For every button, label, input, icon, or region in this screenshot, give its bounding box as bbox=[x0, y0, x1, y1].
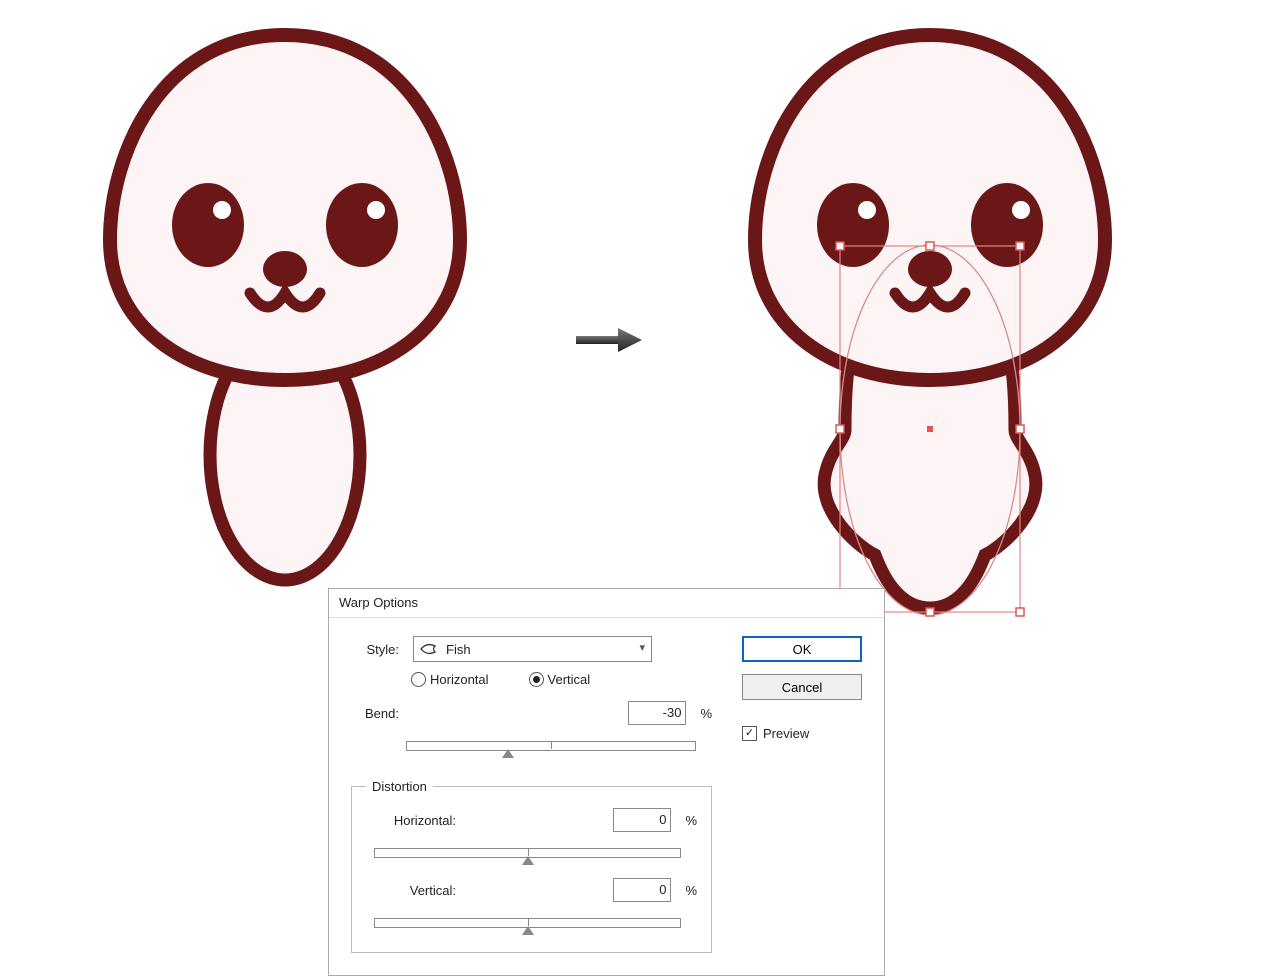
bend-slider[interactable] bbox=[406, 735, 696, 757]
cancel-button[interactable]: Cancel bbox=[742, 674, 862, 700]
dist-vertical-unit: % bbox=[685, 883, 697, 898]
dist-vertical-input[interactable]: 0 bbox=[613, 878, 671, 902]
dist-horizontal-slider[interactable] bbox=[374, 842, 681, 864]
ok-button[interactable]: OK bbox=[742, 636, 862, 662]
arrow-icon bbox=[570, 320, 650, 360]
chevron-down-icon: ▾ bbox=[639, 641, 645, 654]
distortion-legend: Distortion bbox=[366, 779, 433, 794]
orientation-vertical-radio[interactable]: Vertical bbox=[529, 672, 591, 687]
distortion-group: Distortion Horizontal: 0 % Vertical: 0 % bbox=[351, 779, 712, 953]
dialog-title: Warp Options bbox=[329, 589, 884, 618]
selection-center bbox=[927, 426, 933, 432]
check-icon: ✓ bbox=[742, 726, 757, 741]
style-value: Fish bbox=[446, 642, 471, 657]
dist-horizontal-input[interactable]: 0 bbox=[613, 808, 671, 832]
dist-horizontal-unit: % bbox=[685, 813, 697, 828]
style-dropdown[interactable]: Fish ▾ bbox=[413, 636, 652, 662]
orientation-horizontal-radio[interactable]: Horizontal bbox=[411, 672, 489, 687]
fish-icon bbox=[420, 642, 440, 656]
warp-options-dialog: Warp Options Style: Fish ▾ bbox=[328, 588, 885, 976]
preview-label: Preview bbox=[763, 726, 809, 741]
orientation-horizontal-label: Horizontal bbox=[430, 672, 489, 687]
seal-after-with-selection bbox=[680, 0, 1200, 640]
dist-vertical-label: Vertical: bbox=[366, 883, 456, 898]
dist-vertical-slider[interactable] bbox=[374, 912, 681, 934]
bend-input[interactable]: -30 bbox=[628, 701, 686, 725]
dist-horizontal-label: Horizontal: bbox=[366, 813, 456, 828]
preview-checkbox[interactable]: ✓ Preview bbox=[742, 726, 862, 741]
bend-label: Bend: bbox=[351, 706, 399, 721]
bend-unit: % bbox=[700, 706, 712, 721]
seal-before bbox=[40, 5, 520, 605]
orientation-vertical-label: Vertical bbox=[548, 672, 591, 687]
style-label: Style: bbox=[351, 642, 399, 657]
